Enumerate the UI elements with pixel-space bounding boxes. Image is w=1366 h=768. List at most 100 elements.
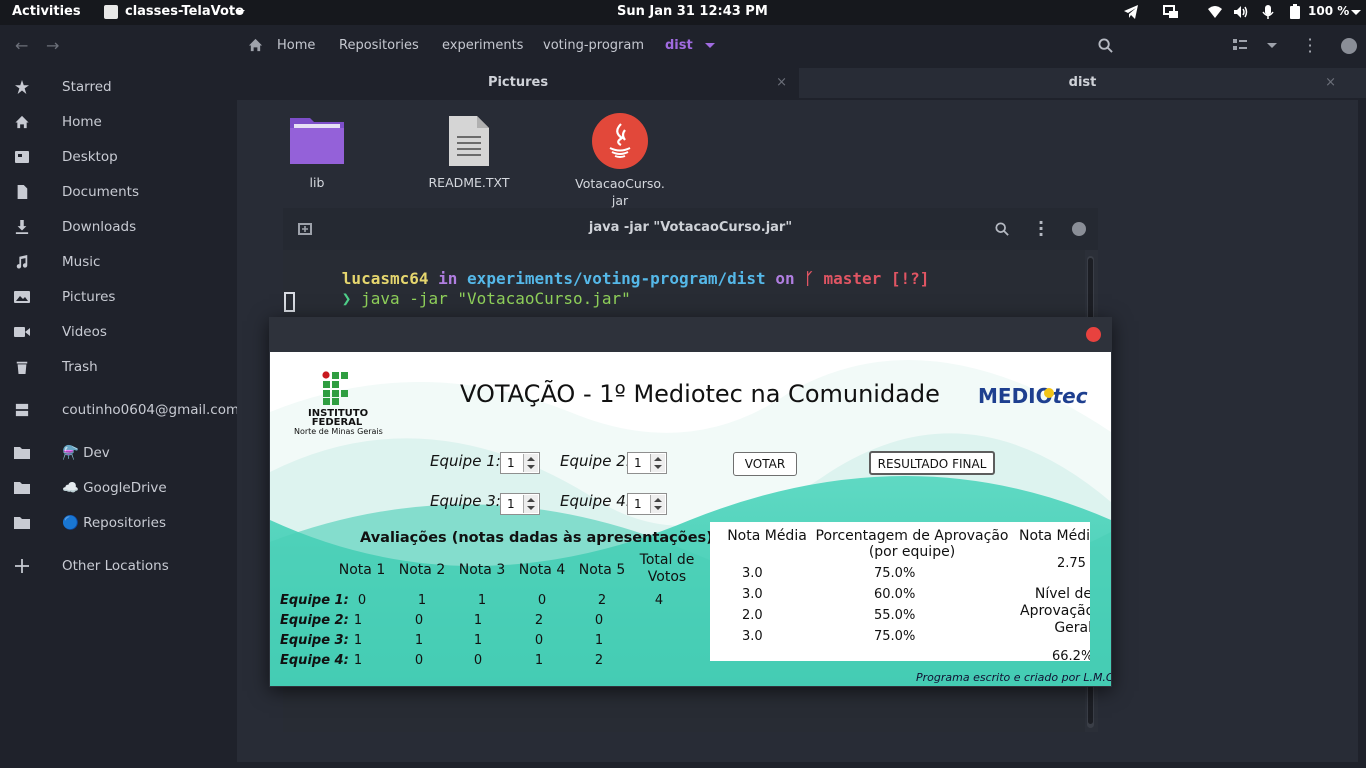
spinner-arrows-icon[interactable] [650, 495, 665, 513]
spinner-arrows-icon[interactable] [523, 454, 538, 472]
if-logo-line3: Norte de Minas Gerais [294, 427, 383, 436]
chevron-down-icon[interactable] [235, 10, 245, 15]
forward-arrow-icon[interactable]: → [46, 36, 59, 55]
document-icon [17, 185, 28, 199]
sidebar-item-account[interactable]: coutinho0604@gmail.com [0, 394, 239, 426]
java-icon [592, 113, 648, 169]
chevron-down-icon[interactable] [1351, 10, 1361, 15]
team-3-spinner[interactable]: 1 [500, 493, 540, 515]
activities-button[interactable]: Activities [12, 4, 81, 19]
battery-percent[interactable]: 100 % [1308, 4, 1349, 18]
sidebar-item-label: Videos [62, 324, 107, 340]
breadcrumb-experiments[interactable]: experiments [442, 38, 523, 53]
telegram-icon[interactable] [1123, 4, 1139, 20]
chevron-down-icon[interactable] [1267, 43, 1277, 48]
footer-credits: Programa escrito e criado por L.M.C [916, 671, 1111, 684]
sidebar-item-label: ⚗️ Dev [62, 445, 110, 461]
team-4-spinner[interactable]: 1 [627, 493, 667, 515]
sidebar-item-documents[interactable]: Documents [0, 176, 237, 208]
sidebar-item-home[interactable]: Home [0, 106, 237, 138]
wifi-icon[interactable] [1207, 4, 1223, 20]
votar-button[interactable]: VOTAR [733, 452, 797, 476]
home-icon [15, 115, 29, 129]
plus-icon [15, 559, 29, 573]
team-2-spinner[interactable]: 1 [627, 452, 667, 474]
file-item-readme[interactable]: README.TXT [419, 114, 519, 190]
sidebar-item-desktop[interactable]: Desktop [0, 141, 237, 173]
tab-bar: Pictures × dist × [237, 68, 1366, 98]
row-label-equipe-3: Equipe 3: [280, 633, 349, 648]
pct-equipe-3: 55.0% [874, 608, 916, 623]
network-drive-icon [15, 403, 29, 417]
desktop-icon [15, 151, 29, 163]
back-arrow-icon[interactable]: ← [15, 36, 28, 55]
sidebar-item-dev[interactable]: ⚗️ Dev [0, 437, 237, 469]
media-equipe-2: 3.0 [742, 587, 763, 602]
results-panel: Nota Média Porcentagem de Aprovação (por… [710, 522, 1090, 661]
prompt-command: java -jar "VotacaoCurso.jar" [361, 289, 631, 308]
breadcrumb-voting-program[interactable]: voting-program [543, 38, 644, 53]
sidebar: Starred Home Desktop Documents Downloads… [0, 68, 239, 768]
search-icon[interactable] [1098, 38, 1113, 53]
search-icon[interactable] [995, 222, 1009, 236]
nivel-aprovacao-label: Nível de Aprovação Geral [1020, 586, 1090, 636]
spinner-arrows-icon[interactable] [650, 454, 665, 472]
team-2-label: Equipe 2: [560, 452, 631, 470]
col-nota-5: Nota 5 [578, 562, 626, 578]
team-3-label: Equipe 3: [430, 492, 501, 510]
file-name: lib [309, 175, 325, 190]
sidebar-item-label: Music [62, 254, 101, 270]
screen-share-icon[interactable] [1163, 4, 1179, 20]
pct-equipe-2: 60.0% [874, 587, 916, 602]
sidebar-item-label: Documents [62, 184, 139, 200]
mediotec-logo-part1: MEDIO [978, 384, 1053, 408]
sidebar-item-repositories[interactable]: 🔵 Repositories [0, 507, 237, 539]
instituto-federal-logo [322, 371, 348, 405]
menu-kebab-icon[interactable]: · · · [1034, 215, 1048, 243]
pct-equipe-1: 75.0% [874, 566, 916, 581]
home-icon[interactable] [248, 38, 263, 52]
breadcrumb-repositories[interactable]: Repositories [339, 38, 419, 53]
sidebar-item-other-locations[interactable]: Other Locations [0, 550, 237, 582]
spinner-value: 1 [507, 497, 515, 511]
sidebar-item-label: Home [62, 114, 102, 130]
resultado-final-button[interactable]: RESULTADO FINAL [869, 451, 995, 475]
sidebar-item-pictures[interactable]: Pictures [0, 281, 237, 313]
table-cell: 4 [654, 593, 664, 608]
team-1-spinner[interactable]: 1 [500, 452, 540, 474]
breadcrumb-home[interactable]: Home [277, 38, 315, 53]
col-nota-1: Nota 1 [338, 562, 386, 578]
menu-kebab-icon[interactable]: · · · [1303, 32, 1317, 60]
spinner-arrows-icon[interactable] [523, 495, 538, 513]
close-icon[interactable]: × [1325, 68, 1336, 98]
app-menu[interactable]: classes-TelaVoto [125, 4, 244, 19]
battery-icon[interactable] [1287, 4, 1303, 20]
sidebar-item-googledrive[interactable]: ☁️ GoogleDrive [0, 472, 237, 504]
sidebar-item-downloads[interactable]: Downloads [0, 211, 237, 243]
table-cell: 0 [594, 613, 604, 628]
tab-pictures[interactable]: Pictures × [237, 68, 799, 98]
sidebar-item-music[interactable]: Music [0, 246, 237, 278]
close-icon[interactable]: × [776, 68, 787, 98]
file-item-lib[interactable]: lib [277, 114, 357, 190]
list-view-icon[interactable] [1233, 39, 1247, 51]
volume-icon[interactable] [1233, 4, 1249, 20]
nivel-aprovacao-value: 66.2% [1052, 649, 1090, 661]
sidebar-item-trash[interactable]: Trash [0, 351, 237, 383]
close-window-icon[interactable] [1072, 222, 1086, 236]
clock[interactable]: Sun Jan 31 12:43 PM [617, 4, 768, 19]
media-equipe-3: 2.0 [742, 608, 763, 623]
folder-icon [14, 447, 30, 459]
file-item-votacaocurso[interactable]: VotacaoCurso. jar [570, 112, 670, 209]
sidebar-item-starred[interactable]: Starred [0, 71, 237, 103]
row-label-equipe-2: Equipe 2: [280, 613, 349, 628]
breadcrumb-dist[interactable]: dist [665, 38, 693, 53]
close-window-icon[interactable] [1341, 38, 1357, 54]
table-cell: 1 [473, 633, 483, 648]
chevron-down-icon[interactable] [705, 43, 715, 48]
microphone-icon[interactable] [1260, 4, 1276, 20]
star-icon [15, 80, 29, 94]
sidebar-item-videos[interactable]: Videos [0, 316, 237, 348]
close-window-icon[interactable] [1086, 327, 1101, 342]
tab-dist[interactable]: dist × [799, 68, 1366, 98]
